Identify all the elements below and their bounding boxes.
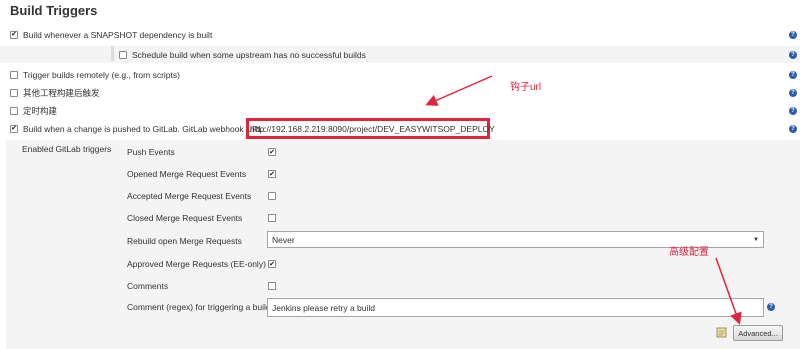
closed-mr-checkbox[interactable] [268, 214, 276, 222]
trigger-remote-label: Trigger builds remotely (e.g., from scri… [23, 69, 180, 80]
trigger-gitlab-label: Build when a change is pushed to GitLab.… [23, 123, 266, 134]
opened-mr-label: Opened Merge Request Events [127, 169, 247, 179]
section-title: Build Triggers [10, 3, 98, 18]
trigger-snapshot-checkbox[interactable]: ✔ [10, 30, 18, 39]
trigger-scheduled-label: 定时构建 [23, 105, 58, 116]
advanced-button[interactable]: Advanced... [733, 325, 783, 341]
annotation-advanced-config: 高级配置 [669, 247, 709, 258]
notepad-icon [716, 327, 727, 338]
gitlab-triggers-heading: Enabled GitLab triggers [22, 144, 112, 154]
help-icon[interactable]: ? [789, 30, 797, 39]
approved-mr-checkbox[interactable]: ✔ [268, 260, 276, 268]
comment-regex-label: Comment (regex) for triggering a build [127, 302, 271, 312]
accepted-mr-label: Accepted Merge Request Events [127, 191, 252, 201]
trigger-upstream-row: Schedule build when some upstream has no… [0, 46, 800, 63]
accepted-mr-checkbox[interactable] [268, 192, 276, 200]
trigger-gitlab-checkbox[interactable]: ✔ [10, 124, 18, 133]
comments-checkbox[interactable] [268, 282, 276, 290]
trigger-upstream-label: Schedule build when some upstream has no… [132, 49, 366, 60]
closed-mr-label: Closed Merge Request Events [127, 213, 243, 223]
help-icon[interactable]: ? [789, 88, 797, 97]
comment-regex-value: Jenkins please retry a build [272, 302, 376, 313]
nested-indicator [111, 46, 114, 61]
trigger-remote-checkbox[interactable] [10, 70, 18, 79]
help-icon[interactable]: ? [789, 124, 797, 133]
annotation-hook-url: 钩子url [510, 82, 542, 93]
trigger-after-other-label: 其他工程构建后触发 [23, 87, 100, 98]
comments-label: Comments [127, 281, 169, 291]
chevron-down-icon: ▼ [753, 236, 759, 243]
webhook-url: http://192.168.2.219:8090/project/DEV_EA… [250, 124, 495, 134]
help-icon[interactable]: ? [767, 303, 775, 311]
trigger-upstream-checkbox[interactable] [119, 50, 127, 59]
rebuild-mr-value: Never [272, 234, 295, 245]
push-events-label: Push Events [127, 147, 175, 157]
trigger-snapshot-label: Build whenever a SNAPSHOT dependency is … [23, 29, 213, 40]
help-icon[interactable]: ? [789, 50, 797, 59]
help-icon[interactable]: ? [789, 70, 797, 79]
help-icon[interactable]: ? [789, 106, 797, 115]
trigger-after-other-checkbox[interactable] [10, 88, 18, 97]
approved-mr-label: Approved Merge Requests (EE-only) [127, 259, 266, 269]
push-events-checkbox[interactable]: ✔ [268, 148, 276, 156]
comment-regex-input[interactable]: Jenkins please retry a build [267, 298, 764, 317]
rebuild-mr-label: Rebuild open Merge Requests [127, 236, 242, 246]
trigger-snapshot-row: ✔ Build whenever a SNAPSHOT dependency i… [0, 26, 800, 43]
opened-mr-checkbox[interactable]: ✔ [268, 170, 276, 178]
trigger-remote-row: Trigger builds remotely (e.g., from scri… [0, 66, 800, 83]
trigger-scheduled-checkbox[interactable] [10, 106, 18, 115]
trigger-after-other-row: 其他工程构建后触发 ? [0, 84, 800, 101]
trigger-scheduled-row: 定时构建 ? [0, 102, 800, 119]
